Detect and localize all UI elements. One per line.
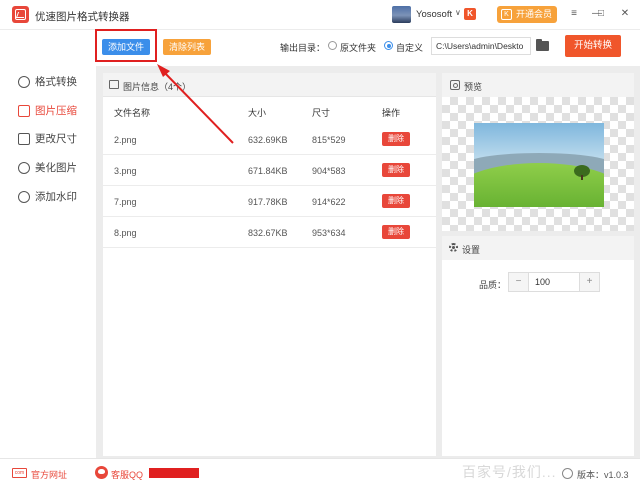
column-header-size: 大小	[248, 108, 267, 118]
app-title: 优速图片格式转换器	[35, 11, 130, 23]
quality-label: 品质：	[479, 280, 507, 290]
preview-header: 预览	[442, 73, 634, 97]
image-icon	[109, 80, 119, 89]
watermark-text: 百家号/我们...	[462, 464, 557, 480]
file-size-cell: 632.69KB	[248, 135, 288, 145]
customer-service-qq-link[interactable]: 客服QQ	[111, 468, 143, 481]
delete-button[interactable]: 删除	[382, 163, 410, 177]
output-path-field[interactable]: C:\Users\admin\Deskto	[431, 37, 531, 55]
redacted-qq-number	[149, 468, 199, 478]
menu-icon[interactable]: ≡	[566, 6, 582, 22]
annotation-highlight-box	[95, 29, 157, 62]
column-header-dimensions: 尺寸	[312, 108, 331, 118]
file-name-cell: 7.png	[114, 197, 137, 207]
sidebar-item-format-convert[interactable]: 格式转换	[18, 74, 77, 90]
refresh-icon	[18, 76, 30, 88]
table-row: 3.png 671.84KB 904*583 删除	[103, 155, 436, 186]
user-menu-chevron-down-icon[interactable]: ∨	[455, 8, 461, 17]
file-size-cell: 671.84KB	[248, 166, 288, 176]
radio-custom[interactable]	[384, 41, 393, 50]
radio-source-folder-label[interactable]: 原文件夹	[340, 41, 376, 54]
sidebar-item-label: 图片压缩	[35, 105, 77, 117]
clear-list-button[interactable]: 清除列表	[163, 39, 211, 55]
qq-icon	[95, 466, 108, 479]
column-header-name: 文件名称	[114, 108, 151, 118]
user-avatar[interactable]	[392, 6, 411, 23]
quality-stepper[interactable]: − 100 +	[508, 272, 600, 292]
user-level-badge: K	[464, 8, 476, 20]
palette-icon	[18, 162, 30, 174]
file-dimensions-cell: 953*634	[312, 228, 346, 238]
preview-icon	[450, 80, 460, 90]
folder-icon[interactable]	[536, 39, 549, 51]
sidebar: 格式转换 图片压缩 更改尺寸 美化图片 添加水印	[0, 66, 96, 458]
file-dimensions-cell: 914*622	[312, 197, 346, 207]
quality-decrease-button[interactable]: −	[509, 273, 529, 291]
user-name[interactable]: Yososoft	[416, 9, 452, 20]
sidebar-item-label: 更改尺寸	[35, 133, 77, 145]
file-name-cell: 3.png	[114, 166, 137, 176]
sidebar-item-image-compress[interactable]: 图片压缩	[18, 103, 77, 119]
version-icon	[562, 468, 573, 479]
settings-header: 设置	[442, 236, 634, 260]
file-dimensions-cell: 904*583	[312, 166, 346, 176]
settings-panel: 设置 品质： − 100 +	[442, 236, 634, 456]
vip-upgrade-label: 开通会员	[516, 9, 553, 19]
resize-icon	[18, 133, 30, 145]
website-icon: com	[12, 468, 27, 478]
file-dimensions-cell: 815*529	[312, 135, 346, 145]
settings-title: 设置	[462, 245, 481, 255]
table-row: 2.png 632.69KB 815*529 删除	[103, 124, 436, 155]
file-size-cell: 832.67KB	[248, 228, 288, 238]
sidebar-item-resize[interactable]: 更改尺寸	[18, 131, 77, 147]
column-header-action: 操作	[382, 108, 401, 118]
file-panel-title: 图片信息（4个）	[123, 82, 192, 92]
table-row: 8.png 832.67KB 953*634 删除	[103, 217, 436, 248]
radio-source-folder[interactable]	[328, 41, 337, 50]
delete-button[interactable]: 删除	[382, 132, 410, 146]
file-name-cell: 8.png	[114, 228, 137, 238]
maximize-button[interactable]: □	[593, 6, 609, 22]
official-website-link[interactable]: 官方网址	[31, 468, 67, 481]
app-logo-icon	[12, 6, 29, 23]
file-list-panel: 图片信息（4个） 文件名称 大小 尺寸 操作 2.png 632.69KB 81…	[103, 73, 436, 456]
version-label: 版本：v1.0.3	[577, 470, 629, 480]
title-bar: 优速图片格式转换器 Yososoft ∨ K K 开通会员 ≡ — □ ✕	[0, 0, 640, 30]
output-dir-label: 输出目录：	[280, 43, 326, 53]
quality-increase-button[interactable]: +	[579, 273, 599, 291]
table-row: 7.png 917.78KB 914*622 删除	[103, 186, 436, 217]
preview-panel: 预览	[442, 73, 634, 231]
preview-image	[474, 123, 604, 207]
vip-upgrade-button[interactable]: K 开通会员	[497, 6, 557, 23]
sidebar-item-label: 美化图片	[35, 162, 77, 174]
vip-icon: K	[501, 9, 512, 20]
preview-title: 预览	[464, 82, 483, 92]
start-convert-button[interactable]: 开始转换	[565, 35, 621, 57]
watermark-icon	[18, 191, 30, 203]
quality-value[interactable]: 100	[535, 277, 550, 287]
sidebar-item-watermark[interactable]: 添加水印	[18, 189, 77, 205]
compress-icon	[18, 105, 30, 117]
file-size-cell: 917.78KB	[248, 197, 288, 207]
delete-button[interactable]: 删除	[382, 194, 410, 208]
sidebar-item-label: 添加水印	[35, 191, 77, 203]
gear-icon	[449, 243, 458, 252]
file-name-cell: 2.png	[114, 135, 137, 145]
delete-button[interactable]: 删除	[382, 225, 410, 239]
footer: com 官方网址 客服QQ 百家号/我们... 版本：v1.0.3	[0, 458, 640, 486]
radio-custom-label[interactable]: 自定义	[396, 41, 423, 54]
sidebar-item-label: 格式转换	[35, 76, 77, 88]
tree-trunk	[581, 175, 583, 180]
close-button[interactable]: ✕	[617, 6, 633, 22]
sidebar-item-beautify[interactable]: 美化图片	[18, 160, 77, 176]
file-panel-header: 图片信息（4个）	[103, 73, 436, 97]
